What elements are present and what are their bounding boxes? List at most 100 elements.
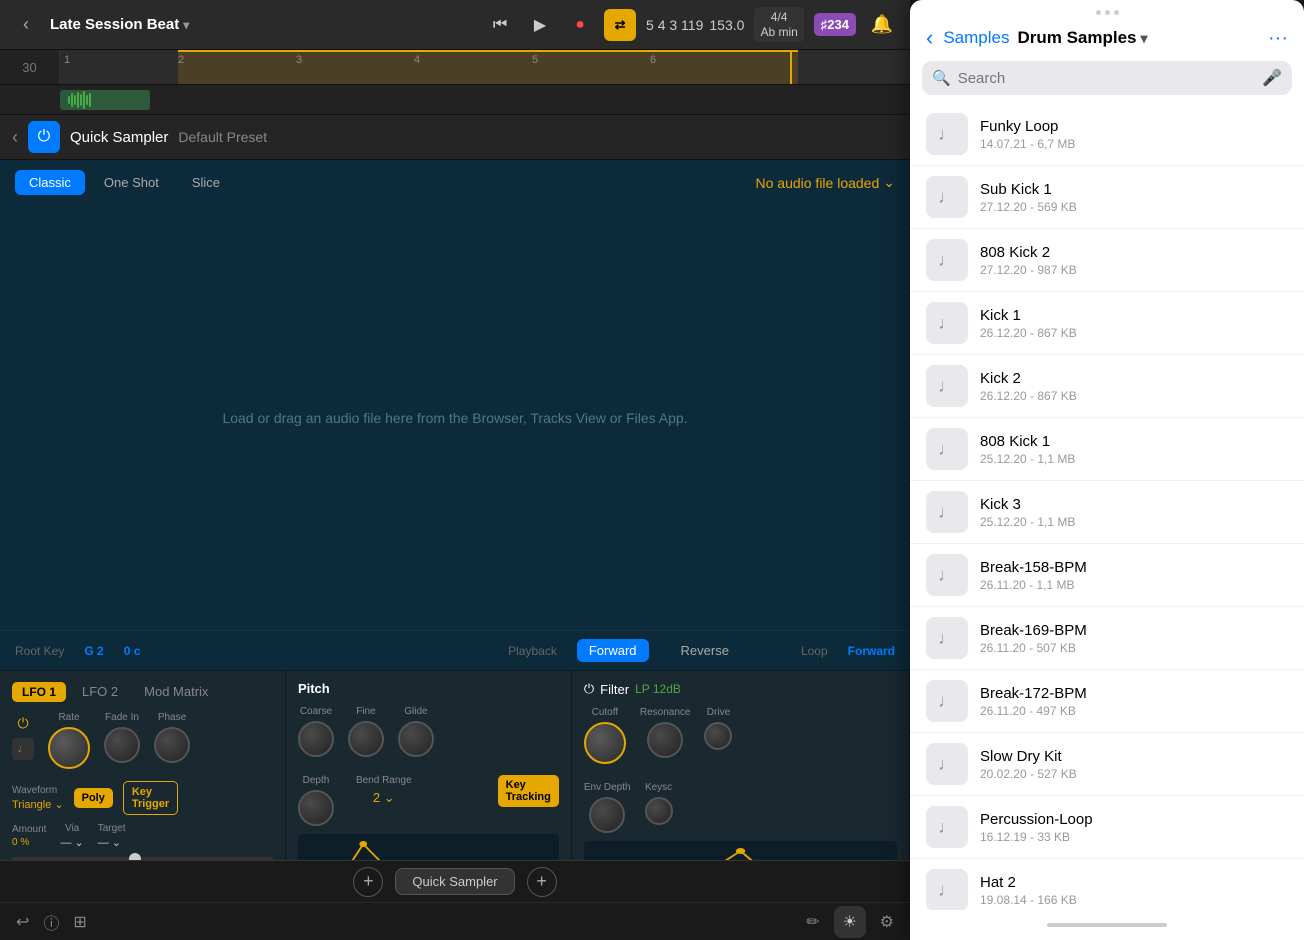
lfo-wave-icon[interactable]: ♩ [12, 738, 34, 760]
ruler-marker-6: 6 [650, 54, 656, 66]
forward-button[interactable]: Forward [577, 639, 649, 662]
sample-list-item[interactable]: ♩ Percussion-Loop 16.12.19 - 33 KB [910, 796, 1304, 859]
tab-slice[interactable]: Slice [178, 170, 234, 195]
phase-knob[interactable] [154, 727, 190, 763]
mic-icon[interactable]: 🎤 [1262, 68, 1282, 88]
track-pill[interactable]: Quick Sampler [395, 868, 514, 895]
sample-meta: 26.12.20 - 867 KB [980, 389, 1288, 403]
dot-1 [1096, 10, 1101, 15]
record-button[interactable]: ● [564, 9, 596, 41]
pitch-depth-row: Depth Bend Range 2 ⌄ KeyTracking [298, 775, 559, 826]
env-depth-label: Env Depth [584, 782, 631, 793]
keysc-knob[interactable] [645, 797, 673, 825]
track-number: 30 [0, 50, 60, 84]
sample-name: Funky Loop [980, 118, 1288, 135]
sample-name: Slow Dry Kit [980, 748, 1288, 765]
loop-value[interactable]: Forward [848, 644, 895, 658]
phase-knob-group: Phase [154, 712, 190, 763]
root-key-value[interactable]: G 2 [84, 644, 103, 658]
rate-label: Rate [58, 712, 79, 723]
waveform-value[interactable]: Triangle ⌄ [12, 798, 64, 811]
eq-icon[interactable]: ⚙ [880, 912, 894, 932]
sample-icon: ♩ [926, 428, 968, 470]
plugin-power-button[interactable]: ⏻ [28, 121, 60, 153]
search-input[interactable] [958, 70, 1255, 87]
poly-button[interactable]: Poly [74, 788, 113, 808]
info-icon[interactable]: ⓘ [43, 910, 59, 934]
sample-info: Percussion-Loop 16.12.19 - 33 KB [980, 811, 1288, 844]
sample-list-item[interactable]: ♩ 808 Kick 1 25.12.20 - 1,1 MB [910, 418, 1304, 481]
sample-icon: ♩ [926, 365, 968, 407]
sample-name: 808 Kick 2 [980, 244, 1288, 261]
sample-list-item[interactable]: ♩ Hat 2 19.08.14 - 166 KB [910, 859, 1304, 910]
sample-icon: ♩ [926, 554, 968, 596]
bend-range-value[interactable]: 2 ⌄ [373, 790, 395, 806]
sample-list-item[interactable]: ♩ Funky Loop 14.07.21 - 6,7 MB [910, 103, 1304, 166]
brightness-button[interactable]: ☀ [834, 906, 866, 938]
sample-list-item[interactable]: ♩ Kick 2 26.12.20 - 867 KB [910, 355, 1304, 418]
add-track-left-button[interactable]: + [353, 867, 383, 897]
key-box[interactable]: ♯234 [814, 13, 856, 36]
undo-icon[interactable]: ↩ [16, 912, 29, 932]
key-tracking-button[interactable]: KeyTracking [498, 775, 559, 807]
sample-list-item[interactable]: ♩ Break-172-BPM 26.11.20 - 497 KB [910, 670, 1304, 733]
sample-icon: ♩ [926, 491, 968, 533]
key-trigger-button[interactable]: KeyTrigger [123, 781, 178, 815]
sample-list-item[interactable]: ♩ Break-169-BPM 26.11.20 - 507 KB [910, 607, 1304, 670]
loop-button[interactable]: ⇄ [604, 9, 636, 41]
panel-more-button[interactable]: ··· [1268, 27, 1288, 50]
pencil-icon[interactable]: ✏ [806, 912, 819, 932]
rewind-button[interactable]: ⏮ [484, 9, 516, 41]
tab-classic[interactable]: Classic [15, 170, 85, 195]
glide-knob[interactable] [398, 721, 434, 757]
filter-power-icon[interactable]: ⏻ [584, 681, 594, 697]
layout-icon[interactable]: ⊞ [73, 912, 86, 932]
panel-back-label[interactable]: Samples [943, 28, 1009, 48]
mod-matrix-button[interactable]: Mod Matrix [134, 681, 218, 702]
metronome-button[interactable]: 🔔 [866, 9, 898, 41]
sample-list-item[interactable]: ♩ Kick 3 25.12.20 - 1,1 MB [910, 481, 1304, 544]
tab-one-shot[interactable]: One Shot [90, 170, 173, 195]
resonance-knob[interactable] [647, 722, 683, 758]
playback-label: Playback [508, 644, 557, 658]
lfo-sub-controls: Waveform Triangle ⌄ Poly KeyTrigger [12, 781, 273, 815]
plugin-back-button[interactable]: ‹ [12, 127, 18, 148]
amount-group: Amount 0 % [12, 824, 46, 848]
lfo-power-icon[interactable]: ⏻ [12, 712, 34, 734]
lfo1-button[interactable]: LFO 1 [12, 682, 66, 702]
coarse-knob[interactable] [298, 721, 334, 757]
rate-knob[interactable] [48, 727, 90, 769]
dot-2 [1105, 10, 1110, 15]
lfo2-button[interactable]: LFO 2 [72, 681, 128, 702]
sample-icon: ♩ [926, 806, 968, 848]
sample-list-item[interactable]: ♩ Sub Kick 1 27.12.20 - 569 KB [910, 166, 1304, 229]
tune-value[interactable]: 0 c [124, 644, 141, 658]
add-track-right-button[interactable]: + [527, 867, 557, 897]
fade-in-knob[interactable] [104, 727, 140, 763]
drive-knob[interactable] [704, 722, 732, 750]
lfo-amount-row: Amount 0 % Via — ⌄ Target — ⌄ [12, 823, 273, 849]
sample-info: Funky Loop 14.07.21 - 6,7 MB [980, 118, 1288, 151]
bpm-value: 153.0 [709, 17, 744, 33]
sample-list-item[interactable]: ♩ 808 Kick 2 27.12.20 - 987 KB [910, 229, 1304, 292]
panel-back-icon[interactable]: ‹ [926, 25, 933, 51]
panel-title-chevron-icon[interactable]: ▾ [1141, 30, 1148, 47]
sample-list-item[interactable]: ♩ Kick 1 26.12.20 - 867 KB [910, 292, 1304, 355]
project-chevron-icon[interactable]: ▾ [183, 18, 189, 32]
play-button[interactable]: ▶ [524, 9, 556, 41]
cutoff-knob[interactable] [584, 722, 626, 764]
fine-knob[interactable] [348, 721, 384, 757]
keysc-label: Keysc [645, 782, 672, 793]
dropdown-icon[interactable]: ⌄ [883, 174, 895, 191]
env-depth-knob[interactable] [589, 797, 625, 833]
sample-meta: 25.12.20 - 1,1 MB [980, 452, 1288, 466]
back-button[interactable]: ‹ [12, 11, 40, 39]
sample-icon: ♩ [926, 617, 968, 659]
sample-list-item[interactable]: ♩ Break-158-BPM 26.11.20 - 1,1 MB [910, 544, 1304, 607]
reverse-button[interactable]: Reverse [669, 639, 741, 662]
sample-list-item[interactable]: ♩ Slow Dry Kit 20.02.20 - 527 KB [910, 733, 1304, 796]
rate-knob-group: Rate [48, 712, 90, 769]
transport-controls: ⏮ ▶ ● ⇄ [484, 9, 636, 41]
glide-label: Glide [404, 706, 427, 717]
depth-knob[interactable] [298, 790, 334, 826]
